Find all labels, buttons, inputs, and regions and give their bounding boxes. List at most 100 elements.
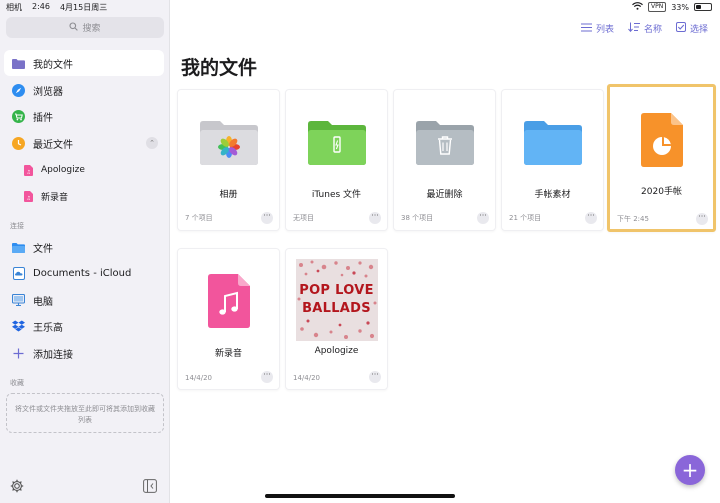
status-time: 2:46 — [32, 2, 50, 11]
file-card-itunes[interactable]: iTunes 文件 无项目 ··· — [285, 89, 388, 231]
cart-icon — [12, 109, 25, 123]
toolbar: 列表 名称 选择 — [580, 22, 708, 35]
folder-icon — [12, 57, 25, 70]
file-meta: 21 个项目 — [509, 214, 542, 222]
sidebar-item-label: 最近文件 — [33, 139, 73, 151]
search-icon — [69, 21, 79, 34]
audio-file-icon — [207, 274, 250, 332]
back-to-app-label[interactable]: 相机 — [6, 2, 22, 13]
file-card-2020-journal[interactable]: 2020手帐 下午 2:45 ··· — [607, 84, 716, 232]
file-card-recently-deleted[interactable]: 最近删除 38 个项目 ··· — [393, 89, 496, 231]
file-name: 最近删除 — [426, 190, 463, 200]
album-title-line: POP LOVE — [299, 283, 374, 298]
file-name: 2020手帐 — [641, 187, 682, 197]
plus-icon — [12, 347, 25, 360]
sidebar-item-label: 我的文件 — [33, 59, 73, 71]
gear-icon[interactable] — [10, 478, 24, 497]
album-title-line: BALLADS — [302, 301, 371, 316]
sidebar-item-browser[interactable]: 浏览器 — [4, 77, 164, 103]
keynote-file-icon — [640, 113, 683, 171]
connections-title: 连接 — [10, 222, 24, 230]
file-card-photos[interactable]: 相册 7 个项目 ··· — [177, 89, 280, 231]
sort-label: 名称 — [643, 25, 662, 35]
dropbox-icon — [12, 320, 25, 333]
file-meta: 无项目 — [293, 214, 314, 222]
search-placeholder: 搜索 — [82, 24, 101, 34]
more-options-icon[interactable]: ··· — [369, 212, 381, 224]
file-card-apologize[interactable]: POP LOVE BALLADS Apologize 14/4/20 ··· — [285, 248, 388, 390]
add-connection-button[interactable]: 添加连接 — [4, 340, 164, 366]
page-title: 我的文件 — [181, 57, 258, 79]
wifi-icon — [632, 2, 643, 12]
list-view-button[interactable]: 列表 — [580, 22, 614, 35]
sidebar-item-apologize[interactable]: ♫ Apologize — [4, 157, 164, 183]
file-card-new-recording[interactable]: 新录音 14/4/20 ··· — [177, 248, 280, 390]
sidebar-item-computer[interactable]: 电脑 — [4, 287, 164, 313]
sort-button[interactable]: 名称 — [628, 22, 662, 35]
sidebar-item-label: 浏览器 — [33, 86, 63, 98]
status-bar: 相机 2:46 4月15日周三 VPN 33% — [0, 0, 720, 14]
file-meta: 14/4/20 — [185, 374, 212, 382]
more-options-icon[interactable]: ··· — [261, 212, 273, 224]
audio-file-icon: ♫ — [22, 190, 35, 203]
sidebar-item-label: Apologize — [41, 165, 85, 175]
icloud-document-icon — [12, 266, 25, 280]
file-name: iTunes 文件 — [311, 190, 362, 200]
audio-file-icon: ♫ — [22, 164, 35, 177]
file-name: Apologize — [314, 346, 359, 356]
list-view-label: 列表 — [595, 25, 614, 35]
add-button[interactable]: + — [675, 455, 705, 485]
clock-icon — [12, 136, 25, 150]
album-artwork: POP LOVE BALLADS — [295, 259, 378, 341]
checkbox-icon — [675, 22, 686, 35]
file-name: 新录音 — [214, 349, 242, 359]
sidebar-item-plugins[interactable]: 插件 — [4, 103, 164, 129]
plus-icon: + — [681, 458, 699, 482]
file-name: 相册 — [219, 190, 238, 200]
folder-icon — [523, 119, 582, 169]
list-icon — [580, 22, 592, 35]
sidebar-item-label: 插件 — [33, 112, 53, 124]
file-card-journal-assets[interactable]: 手帐素材 21 个项目 ··· — [501, 89, 604, 231]
favorites-dropzone[interactable]: 将文件或文件夹拖放至此即可将其添加到收藏列表 — [6, 393, 164, 433]
select-label: 选择 — [689, 25, 708, 35]
more-options-icon[interactable]: ··· — [585, 212, 597, 224]
home-indicator[interactable] — [265, 494, 455, 498]
battery-icon — [694, 3, 712, 11]
chevron-up-icon[interactable]: ⌃ — [146, 137, 158, 149]
more-options-icon[interactable]: ··· — [477, 212, 489, 224]
battery-percent: 33% — [671, 2, 689, 12]
file-meta: 38 个项目 — [401, 214, 434, 222]
sidebar: 搜索 我的文件 浏览器 插件 最近文件 ⌃ ♫ Apologize ♫ 新录音 … — [0, 0, 170, 503]
sidebar-item-dropbox[interactable]: 王乐高 — [4, 313, 164, 339]
file-meta: 14/4/20 — [293, 374, 320, 382]
sidebar-item-recording[interactable]: ♫ 新录音 — [4, 183, 164, 209]
sidebar-item-label: Documents - iCloud — [33, 267, 132, 279]
trash-folder-icon — [415, 119, 474, 169]
sidebar-item-label: 文件 — [33, 243, 53, 255]
battery-level — [696, 5, 701, 9]
itunes-folder-icon — [307, 119, 366, 169]
sidebar-item-recents[interactable]: 最近文件 ⌃ — [4, 130, 164, 156]
compass-icon — [12, 83, 25, 97]
favorites-title: 收藏 — [10, 379, 24, 387]
photos-folder-icon — [199, 119, 258, 169]
file-name: 手帐素材 — [534, 190, 571, 200]
vpn-badge: VPN — [648, 2, 667, 12]
monitor-icon — [12, 294, 25, 307]
sidebar-item-label: 添加连接 — [33, 349, 73, 361]
more-options-icon[interactable]: ··· — [261, 371, 273, 383]
file-meta: 下午 2:45 — [617, 215, 649, 223]
sidebar-item-label: 电脑 — [33, 296, 53, 308]
select-button[interactable]: 选择 — [675, 22, 708, 35]
sort-icon — [628, 22, 640, 35]
sidebar-item-icloud[interactable]: Documents - iCloud — [4, 260, 164, 286]
search-field[interactable]: 搜索 — [6, 17, 164, 38]
sidebar-item-my-files[interactable]: 我的文件 — [4, 50, 164, 76]
sidebar-toggle-icon[interactable] — [143, 478, 157, 497]
svg-text:♫: ♫ — [26, 195, 30, 201]
file-meta: 7 个项目 — [185, 214, 213, 222]
more-options-icon[interactable]: ··· — [369, 371, 381, 383]
more-options-icon[interactable]: ··· — [696, 213, 708, 225]
sidebar-item-files[interactable]: 文件 — [4, 234, 164, 260]
